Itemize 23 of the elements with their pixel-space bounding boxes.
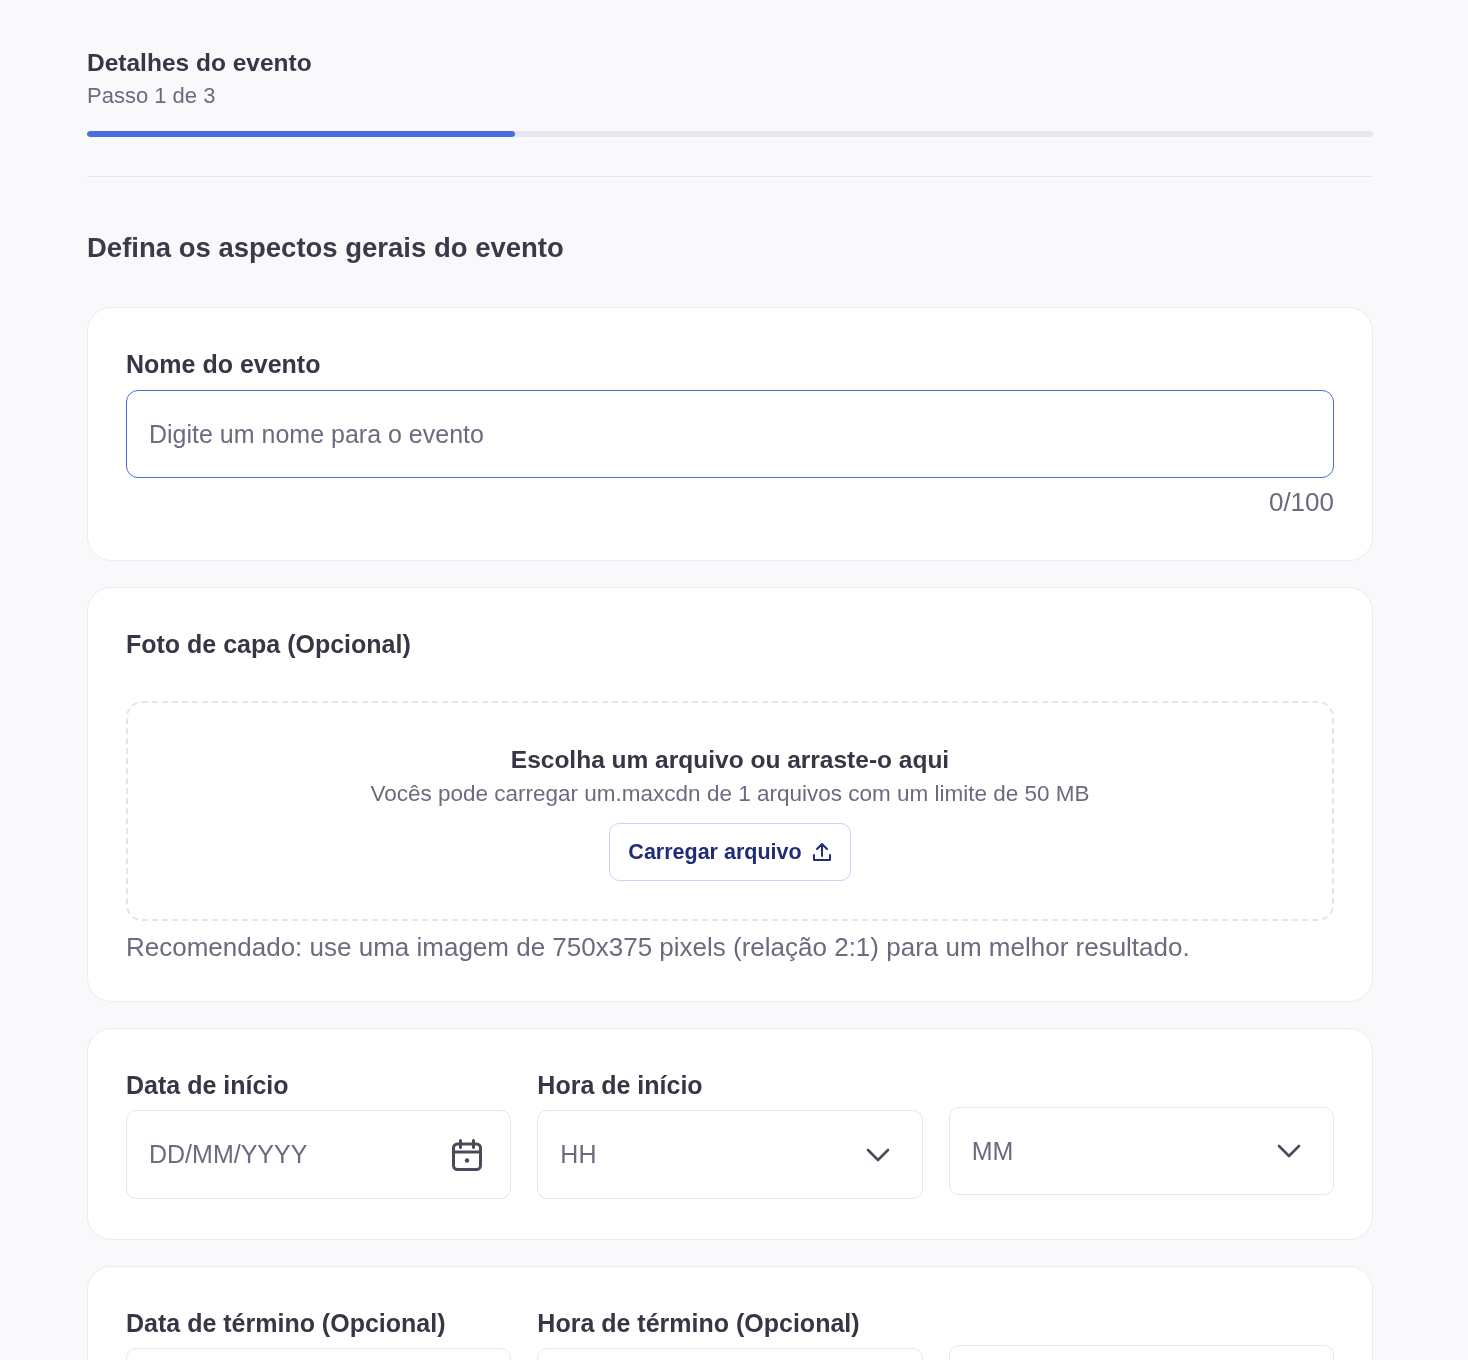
upload-button[interactable]: Carregar arquivo	[609, 823, 851, 881]
section-heading: Defina os aspectos gerais do evento	[87, 231, 565, 265]
event-name-field[interactable]: Digite um nome para o evento	[126, 390, 1334, 478]
field-label: Hora de início	[537, 1071, 704, 1099]
field-label: Hora de término (Opcional)	[537, 1309, 861, 1337]
time-dropdown[interactable]: HH	[537, 1110, 923, 1199]
calendar-icon	[452, 1138, 483, 1171]
chevron-down-icon	[865, 1147, 890, 1162]
date-field[interactable]: DD/MM/YYYY	[126, 1110, 512, 1199]
step-indicator: Passo 1 de 3	[87, 83, 217, 109]
chevron-down-icon	[1277, 1144, 1301, 1158]
character-counter: 0/100	[1267, 488, 1334, 516]
upload-icon	[811, 842, 832, 862]
page-title: Detalhes do evento	[87, 48, 313, 78]
recommendation-text: Recomendado: use uma imagem de 750x375 pixels (relação 2:1) para um melhor resultado.	[126, 933, 1191, 961]
dropzone-title: Escolha um arquivo ou arraste-o aqui	[510, 745, 950, 775]
dropzone-subtitle: Vocês pode carregar um.maxcdn de 1 arquivos com um limite de 50 MB	[370, 781, 1090, 807]
time-dropdown[interactable]: MM	[948, 1107, 1334, 1195]
file-dropzone[interactable]: Escolha um arquivo ou arraste-o aqui Vocês pode carregar um.maxcdn de 1 arquivos com um limite de 50 MB Carregar arquivo	[126, 701, 1334, 921]
field-label: Data de início	[126, 1071, 290, 1099]
field-label: Foto de capa (Opcional)	[126, 630, 412, 658]
field-label: Nome do evento	[126, 350, 322, 378]
field-label: Data de término (Opcional)	[126, 1309, 447, 1337]
